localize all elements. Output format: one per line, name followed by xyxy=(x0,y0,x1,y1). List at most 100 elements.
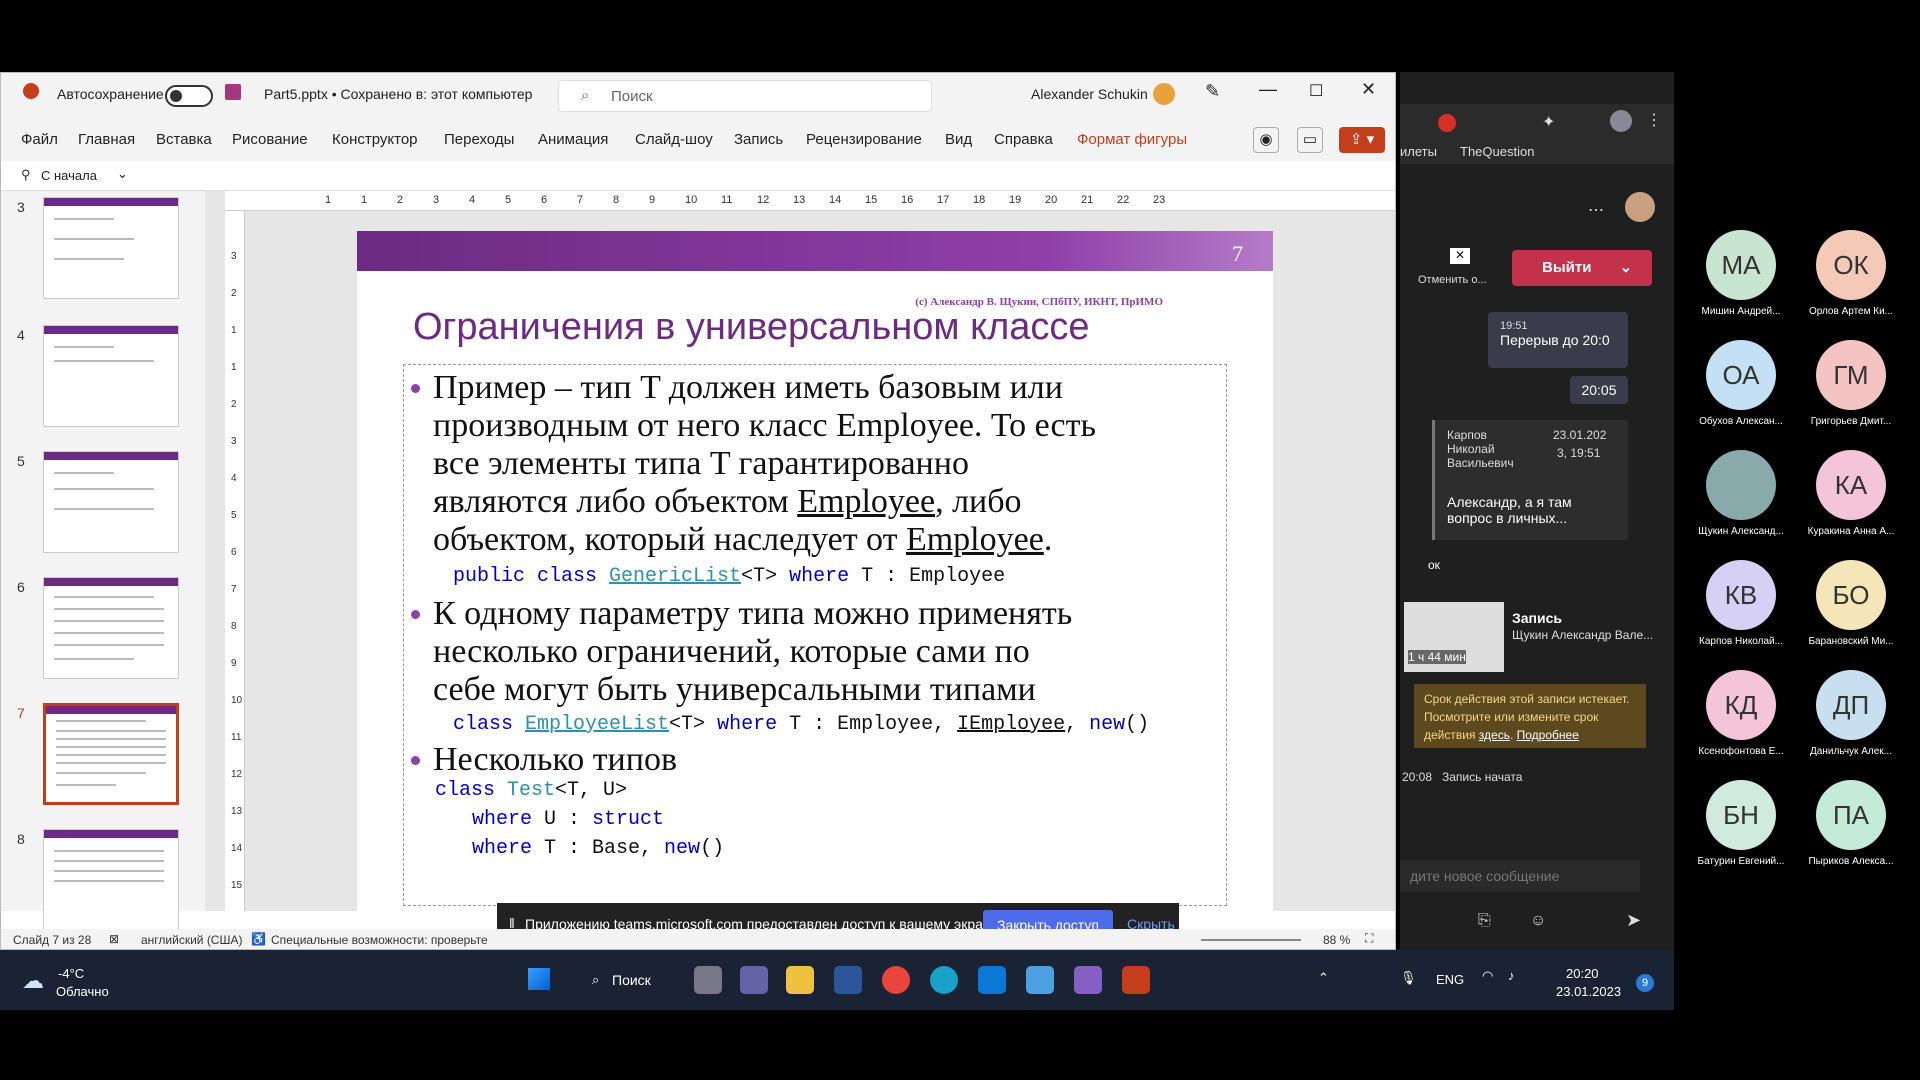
more-link[interactable]: Подробнее xyxy=(1517,728,1579,742)
mic-icon[interactable]: 🎙 xyxy=(1400,970,1417,986)
task-view-icon[interactable] xyxy=(694,966,722,994)
zoom-slider[interactable] xyxy=(1201,939,1301,941)
here-link[interactable]: здесь xyxy=(1479,728,1510,742)
tray-chevron-icon[interactable]: ⌃ xyxy=(1318,970,1329,986)
tab-slideshow[interactable]: Слайд-шоу xyxy=(635,131,713,148)
close-icon[interactable]: ✕ xyxy=(1361,79,1376,100)
notification-badge[interactable]: 9 xyxy=(1636,974,1654,992)
accessibility-icon[interactable]: ♿ xyxy=(251,932,266,946)
ruler-tick: 15 xyxy=(865,194,878,206)
tab-design[interactable]: Конструктор xyxy=(332,131,418,148)
participant-avatar[interactable]: БО xyxy=(1816,560,1886,630)
compose-input[interactable]: дите новое сообщение xyxy=(1400,860,1640,892)
weather-temp[interactable]: -4°C xyxy=(58,966,84,981)
send-icon[interactable]: ➤ xyxy=(1626,910,1641,931)
extensions-icon[interactable]: ✦ xyxy=(1542,112,1555,132)
maximize-icon[interactable]: ☐ xyxy=(1309,81,1323,101)
language-status[interactable]: английский (США) xyxy=(141,933,242,947)
participant-avatar[interactable]: КА xyxy=(1816,450,1886,520)
slide-thumb-3[interactable] xyxy=(43,197,179,299)
participant-avatar[interactable]: КД xyxy=(1706,670,1776,740)
visual-studio-icon[interactable] xyxy=(1074,966,1102,994)
minimize-icon[interactable]: — xyxy=(1259,79,1277,100)
participant-avatar[interactable]: ПА xyxy=(1816,780,1886,850)
participant-avatar[interactable]: БН xyxy=(1706,780,1776,850)
slide-thumb-7-selected[interactable] xyxy=(43,703,179,805)
slide-7[interactable]: 7 (с) Александр В. Щукин, СПбПУ, ИКНТ, П… xyxy=(357,231,1273,921)
accessibility-status[interactable]: Специальные возможности: проверьте реком… xyxy=(271,933,491,947)
taskbar-search[interactable]: Поиск xyxy=(612,972,651,988)
customize-icon[interactable]: ⌄ xyxy=(117,166,128,182)
cancel-button[interactable]: Отменить о... xyxy=(1418,274,1487,286)
bookmark[interactable]: илеты xyxy=(1400,144,1437,159)
profile-icon[interactable] xyxy=(1610,110,1632,132)
tab-help[interactable]: Справка xyxy=(994,131,1053,148)
search-box[interactable]: ⌕ Поиск xyxy=(558,80,932,112)
tab-file[interactable]: Файл xyxy=(21,131,58,148)
participant-name: Григорьев Дмит... xyxy=(1810,416,1892,427)
participant-avatar[interactable]: ГМ xyxy=(1816,340,1886,410)
start-icon[interactable] xyxy=(528,968,550,990)
slide-thumb-4[interactable] xyxy=(43,325,179,427)
adblock-icon[interactable] xyxy=(1438,114,1456,132)
tab-draw[interactable]: Рисование xyxy=(232,131,308,148)
edge-icon[interactable] xyxy=(930,966,958,994)
clock-time[interactable]: 20:20 xyxy=(1566,966,1599,981)
autosave-toggle[interactable] xyxy=(165,85,213,107)
teams-icon[interactable] xyxy=(740,966,768,994)
browser-menu-icon[interactable]: ⋮ xyxy=(1646,110,1662,130)
volume-icon[interactable]: ♪ xyxy=(1508,968,1515,983)
fit-slide-icon[interactable]: ⛶ xyxy=(1365,931,1373,946)
spellcheck-icon[interactable]: ⊠ xyxy=(109,932,119,946)
slide-thumb-6[interactable] xyxy=(43,577,179,679)
more-icon[interactable]: ⋯ xyxy=(1588,200,1604,220)
participant-avatar[interactable]: МА xyxy=(1706,230,1776,300)
leave-button[interactable]: Выйти ⌄ xyxy=(1512,250,1652,286)
tab-home[interactable]: Главная xyxy=(78,131,135,148)
user-name[interactable]: Alexander Schukin xyxy=(1031,86,1148,102)
file-name[interactable]: Part5.pptx • Сохранено в: этот компьютер xyxy=(264,86,532,102)
weather-desc[interactable]: Облачно xyxy=(56,984,109,999)
slide-title[interactable]: Ограничения в универсальном классе xyxy=(413,306,1090,349)
participant-avatar[interactable] xyxy=(1706,450,1776,520)
slide-thumb-5[interactable] xyxy=(43,451,179,553)
pen-icon[interactable]: ✎ xyxy=(1205,81,1220,102)
close-icon[interactable]: ✕ xyxy=(1450,248,1470,264)
bookmark-thequestion[interactable]: TheQuestion xyxy=(1460,144,1534,159)
zoom-level[interactable]: 88 % xyxy=(1323,933,1350,947)
input-language[interactable]: ENG xyxy=(1436,972,1464,987)
participant-name: Барановский Ми... xyxy=(1808,636,1894,647)
my-avatar[interactable] xyxy=(1625,192,1655,222)
mail-icon[interactable] xyxy=(978,966,1006,994)
tab-animations[interactable]: Анимация xyxy=(538,131,608,148)
participant-avatar[interactable]: КВ xyxy=(1706,560,1776,630)
from-start-button[interactable]: С начала xyxy=(41,168,97,183)
tab-record[interactable]: Запись xyxy=(734,131,783,148)
chat-reply: ок xyxy=(1428,558,1440,572)
recording-thumbnail[interactable]: 1 ч 44 мин xyxy=(1404,602,1504,672)
tab-transitions[interactable]: Переходы xyxy=(444,131,514,148)
participant-avatar[interactable]: ДП xyxy=(1816,670,1886,740)
comments-icon[interactable]: ▭ xyxy=(1297,127,1323,153)
tab-view[interactable]: Вид xyxy=(945,131,972,148)
chrome-icon[interactable] xyxy=(882,966,910,994)
tab-insert[interactable]: Вставка xyxy=(156,131,212,148)
participant-avatar[interactable]: ОК xyxy=(1816,230,1886,300)
explorer-icon[interactable] xyxy=(786,966,814,994)
save-icon[interactable] xyxy=(225,84,241,100)
wifi-icon[interactable]: ◠ xyxy=(1482,968,1493,984)
notepad-icon[interactable] xyxy=(1026,966,1054,994)
word-icon[interactable] xyxy=(834,966,862,994)
tab-review[interactable]: Рецензирование xyxy=(806,131,922,148)
participant-avatar[interactable]: ОА xyxy=(1706,340,1776,410)
slideshow-icon: ⚲ xyxy=(21,167,31,182)
user-avatar[interactable] xyxy=(1153,83,1175,105)
attach-icon[interactable]: ⎘ xyxy=(1478,912,1491,930)
powerpoint-taskbar-icon[interactable] xyxy=(1122,966,1150,994)
slide-thumb-8[interactable] xyxy=(43,829,179,931)
tab-shape-format[interactable]: Формат фигуры xyxy=(1077,131,1187,148)
share-icon[interactable]: ⇪ ▾ xyxy=(1339,127,1385,153)
clock-date[interactable]: 23.01.2023 xyxy=(1556,984,1621,999)
emoji-icon[interactable]: ☺ xyxy=(1530,912,1546,930)
record-icon[interactable]: ◉ xyxy=(1253,127,1279,153)
